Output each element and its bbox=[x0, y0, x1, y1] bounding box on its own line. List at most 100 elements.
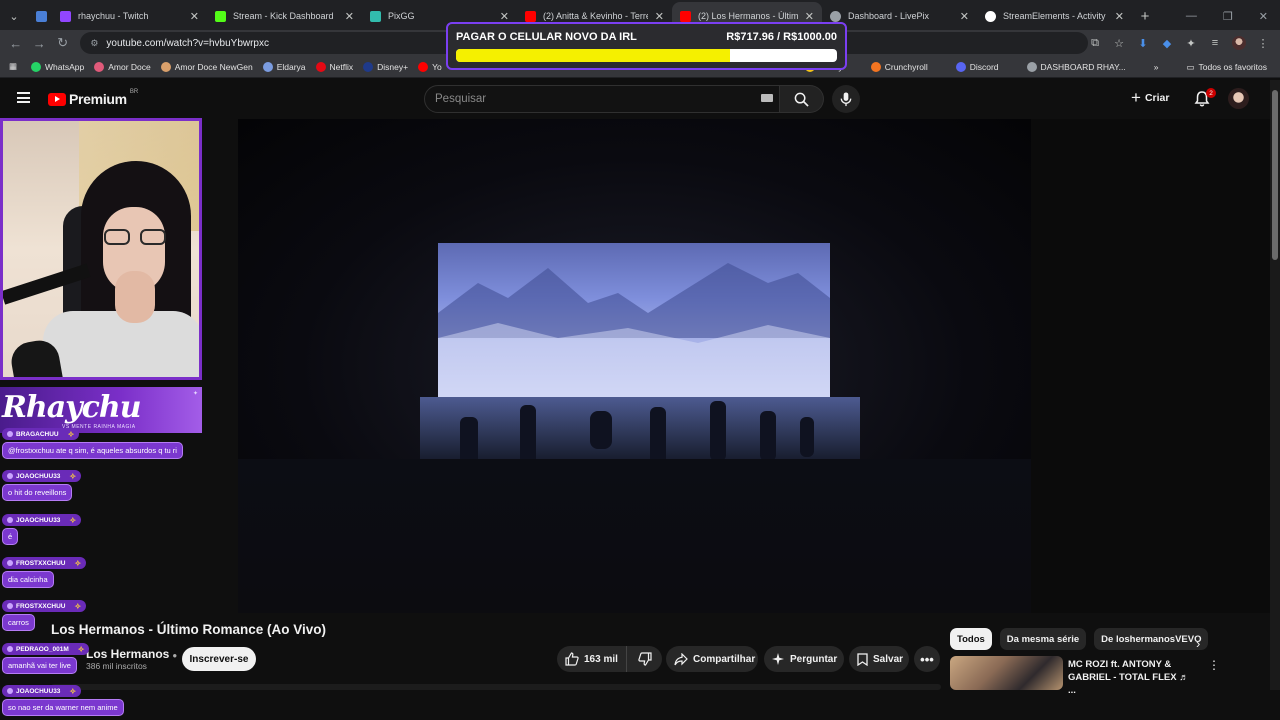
maximize-icon[interactable]: ❐ bbox=[1223, 10, 1233, 23]
extension-shield-icon[interactable]: ◆ bbox=[1160, 37, 1174, 50]
search-input[interactable]: Pesquisar bbox=[424, 85, 780, 113]
chat-text: dia calcinha bbox=[2, 571, 54, 588]
bookmarks-overflow-icon[interactable]: » bbox=[1149, 62, 1164, 72]
chip-all[interactable]: Todos bbox=[950, 628, 992, 650]
whatsapp-icon bbox=[31, 61, 41, 72]
chat-username: FROSTXXCHUU ✧ bbox=[2, 600, 87, 612]
ask-button[interactable]: Perguntar bbox=[764, 646, 844, 672]
apps-grid-icon[interactable]: ▦ bbox=[0, 61, 26, 72]
download-icon[interactable]: ⬇ bbox=[1136, 37, 1150, 50]
streamer-webcam bbox=[0, 118, 202, 380]
minimize-icon[interactable]: — bbox=[1186, 10, 1197, 22]
bookmark-item[interactable]: WhatsApp bbox=[26, 61, 89, 72]
donation-goal-overlay: PAGAR O CELULAR NOVO DA IRL R$717.96 / R… bbox=[446, 22, 847, 70]
like-button[interactable]: 163 mil bbox=[557, 646, 627, 672]
related-more-icon[interactable]: ⋮ bbox=[1208, 658, 1220, 672]
profile-avatar-icon[interactable] bbox=[1232, 36, 1246, 50]
save-button[interactable]: Salvar bbox=[849, 646, 909, 672]
extensions-puzzle-icon[interactable]: ✦ bbox=[1184, 37, 1198, 50]
bookmark-item[interactable]: Amor Doce bbox=[89, 61, 156, 72]
save-label: Salvar bbox=[873, 653, 904, 665]
more-horizontal-icon: ••• bbox=[920, 651, 934, 667]
bookmark-item[interactable]: Netflix bbox=[311, 61, 359, 72]
sub-badge-icon bbox=[7, 603, 13, 609]
keyboard-icon[interactable] bbox=[761, 94, 773, 102]
bookmark-item[interactable]: Disney+ bbox=[358, 61, 413, 72]
banner-mini-logo-icon: ✦ bbox=[192, 391, 198, 397]
pin-icon: ✧ bbox=[74, 601, 82, 611]
chip-from-channel[interactable]: De loshermanosVEVO bbox=[1094, 628, 1209, 650]
tab-title: StreamElements - Activity feed bbox=[1003, 11, 1108, 21]
chevron-right-icon[interactable]: › bbox=[1196, 636, 1200, 651]
dislike-button[interactable] bbox=[627, 652, 662, 666]
tab-close-icon[interactable]: ✕ bbox=[655, 10, 664, 23]
tab-title: rhaychuu - Twitch bbox=[78, 11, 149, 21]
pin-icon: ✧ bbox=[77, 644, 85, 654]
chat-message: JOAOCHUU33 ✧ o hit do reveillons bbox=[2, 470, 82, 501]
create-button[interactable]: + Criar bbox=[1131, 89, 1170, 106]
back-arrow-icon[interactable]: ← bbox=[4, 36, 27, 51]
bookmark-label: Netflix bbox=[329, 61, 354, 72]
tab-close-icon[interactable]: ✕ bbox=[500, 10, 509, 23]
bookmark-item[interactable]: Amor Doce NewGen bbox=[156, 61, 258, 72]
like-count: 163 mil bbox=[584, 653, 618, 665]
page-scrollbar[interactable] bbox=[1270, 80, 1280, 690]
forward-arrow-icon[interactable]: → bbox=[27, 36, 50, 51]
share-button[interactable]: Compartilhar bbox=[666, 646, 758, 672]
youtube-favicon-icon bbox=[680, 10, 691, 22]
voice-search-button[interactable] bbox=[832, 85, 860, 113]
bookmark-star-icon[interactable]: ☆ bbox=[1112, 37, 1126, 50]
chat-username-text: JOAOCHUU33 bbox=[16, 687, 61, 695]
extensions-area: ⧉ ☆ ⬇ ◆ ✦ ≡ ⋮ bbox=[1088, 36, 1280, 50]
related-video-title[interactable]: MC ROZI ft. ANTONY & GABRIEL - TOTAL FLE… bbox=[1068, 658, 1198, 697]
tab-close-icon[interactable]: ✕ bbox=[190, 10, 199, 23]
all-bookmarks-folder[interactable]: ▭ Todos os favoritos bbox=[1181, 62, 1272, 73]
chat-message: JOAOCHUU33 ✧ so nao ser da warner nem ani… bbox=[2, 685, 124, 716]
bookmark-item[interactable]: Yo bbox=[413, 61, 447, 72]
video-player[interactable] bbox=[238, 119, 1031, 613]
bookmark-label: Todos os favoritos bbox=[1198, 62, 1267, 72]
tab-close-icon[interactable]: ✕ bbox=[960, 10, 969, 23]
chat-text: @frostxxchuu ate q sim, é aqueles absurd… bbox=[2, 442, 183, 459]
reading-list-icon[interactable]: ≡ bbox=[1208, 37, 1222, 49]
search-icon bbox=[794, 92, 809, 107]
new-tab-button[interactable]: + bbox=[1132, 2, 1158, 30]
more-actions-button[interactable]: ••• bbox=[914, 646, 940, 672]
bookmark-label: Eldarya bbox=[276, 61, 306, 72]
browser-menu-icon[interactable]: ⋮ bbox=[1256, 37, 1270, 50]
bookmark-item[interactable]: Crunchyroll bbox=[866, 62, 933, 72]
tab-search-icon[interactable]: ⌄ bbox=[0, 2, 28, 30]
tab-close-icon[interactable]: ✕ bbox=[345, 10, 354, 23]
tab-twitch[interactable]: rhaychuu - Twitch ✕ bbox=[52, 2, 207, 30]
chat-message: FROSTXXCHUU ✧ carros bbox=[2, 600, 87, 631]
account-avatar[interactable] bbox=[1228, 88, 1249, 109]
site-info-icon[interactable]: ⚙ bbox=[88, 37, 100, 49]
pinned-tab[interactable] bbox=[28, 2, 52, 30]
bookmark-item[interactable]: Eldarya bbox=[258, 61, 311, 72]
scrollbar-thumb[interactable] bbox=[1272, 90, 1278, 260]
chat-username-text: BRAGACHUU bbox=[16, 430, 59, 438]
close-window-icon[interactable]: ✕ bbox=[1259, 10, 1268, 23]
search-button[interactable] bbox=[780, 85, 824, 113]
chip-same-series[interactable]: Da mesma série bbox=[999, 628, 1087, 650]
youtube-play-icon bbox=[48, 92, 66, 106]
tab-streamelements[interactable]: StreamElements - Activity feed ✕ bbox=[977, 2, 1132, 30]
chat-message: PEDRAOO_001M ✧ amanhã vai ter live bbox=[2, 643, 90, 674]
pin-icon: ✧ bbox=[69, 515, 77, 525]
bookmark-item[interactable]: DASHBOARD RHAY... bbox=[1022, 62, 1131, 72]
discord-icon bbox=[955, 62, 966, 72]
share-arrow-icon bbox=[674, 652, 688, 665]
notifications-button[interactable]: 2 bbox=[1193, 88, 1216, 108]
install-app-icon[interactable]: ⧉ bbox=[1088, 37, 1102, 50]
related-video-thumbnail[interactable] bbox=[950, 656, 1063, 690]
tab-kick[interactable]: Stream - Kick Dashboard ✕ bbox=[207, 2, 362, 30]
banner-name: Rhaychu bbox=[2, 390, 142, 425]
bookmark-label: Yo bbox=[432, 61, 442, 72]
tab-close-icon[interactable]: ✕ bbox=[1115, 10, 1124, 23]
menu-icon[interactable] bbox=[17, 92, 30, 103]
tab-close-icon[interactable]: ✕ bbox=[805, 10, 814, 23]
reload-icon[interactable]: ↻ bbox=[51, 35, 74, 51]
bookmark-item[interactable]: Discord bbox=[951, 62, 1004, 72]
youtube-premium-logo[interactable]: Premium BR bbox=[48, 89, 138, 107]
create-label: Criar bbox=[1144, 92, 1170, 104]
